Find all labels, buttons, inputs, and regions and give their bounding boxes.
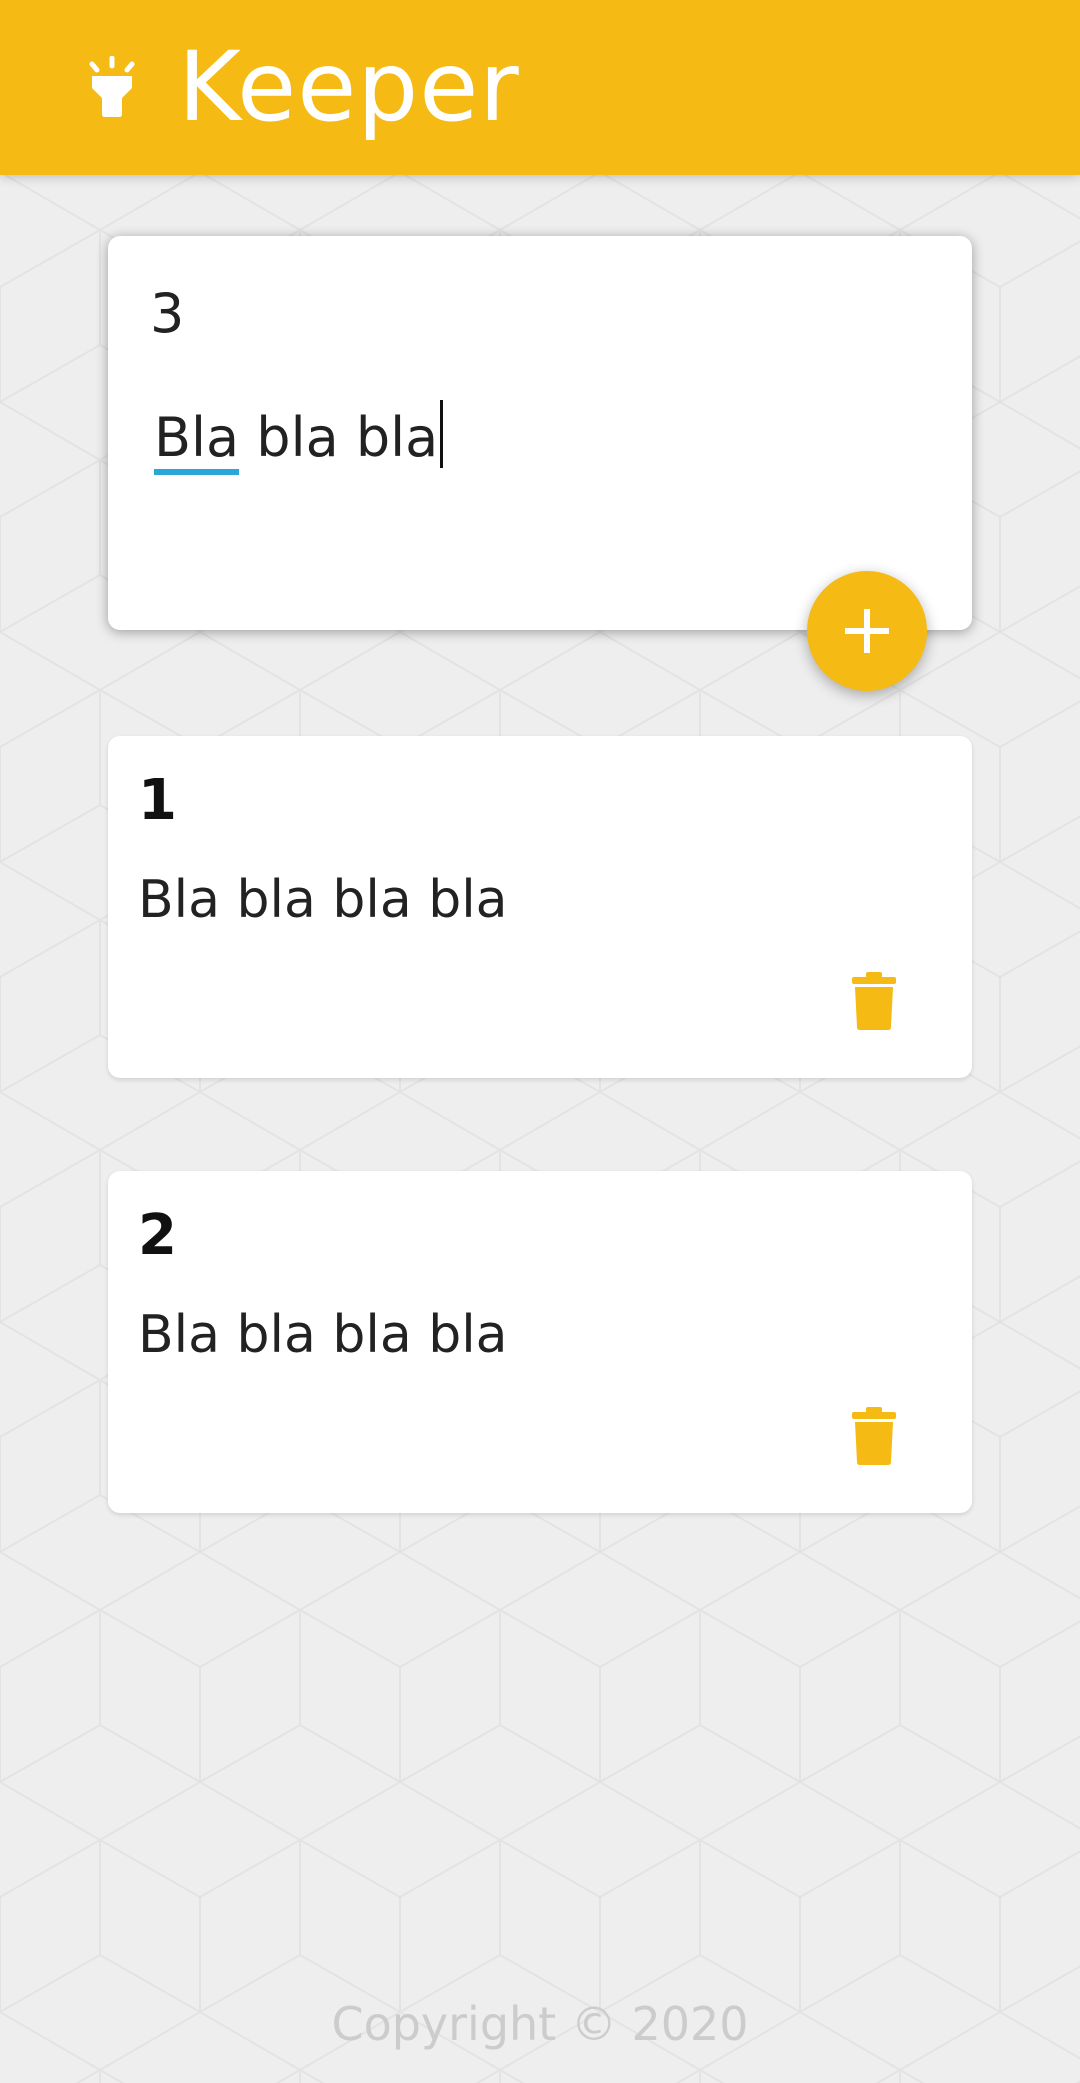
spellcheck-word: Bla bbox=[154, 406, 240, 475]
create-note-form: 3 Bla bla bla bbox=[108, 236, 972, 630]
content-rest-text: bla bla bbox=[239, 406, 439, 469]
add-note-button[interactable] bbox=[807, 571, 927, 691]
note-title-input[interactable]: 3 bbox=[150, 282, 184, 346]
copyright-text: Copyright © 2020 bbox=[331, 1997, 749, 2051]
plus-icon bbox=[845, 609, 889, 653]
footer: Copyright © 2020 bbox=[0, 1994, 1080, 2054]
trash-icon bbox=[852, 1407, 896, 1465]
note-title: 2 bbox=[138, 1203, 177, 1268]
app-title: Keeper bbox=[178, 31, 520, 143]
note-card: 1 Bla bla bla bla bbox=[108, 736, 972, 1078]
lamp-icon bbox=[84, 55, 140, 118]
text-caret bbox=[440, 400, 444, 468]
delete-note-button[interactable] bbox=[850, 972, 898, 1030]
trash-icon bbox=[852, 972, 896, 1030]
delete-note-button[interactable] bbox=[850, 1407, 898, 1465]
app-header: Keeper bbox=[0, 0, 1080, 175]
note-content: Bla bla bla bla bbox=[138, 870, 508, 930]
note-title: 1 bbox=[138, 768, 177, 833]
note-content: Bla bla bla bla bbox=[138, 1305, 508, 1365]
note-content-textarea[interactable]: Bla bla bla bbox=[154, 400, 444, 475]
note-card: 2 Bla bla bla bla bbox=[108, 1171, 972, 1513]
